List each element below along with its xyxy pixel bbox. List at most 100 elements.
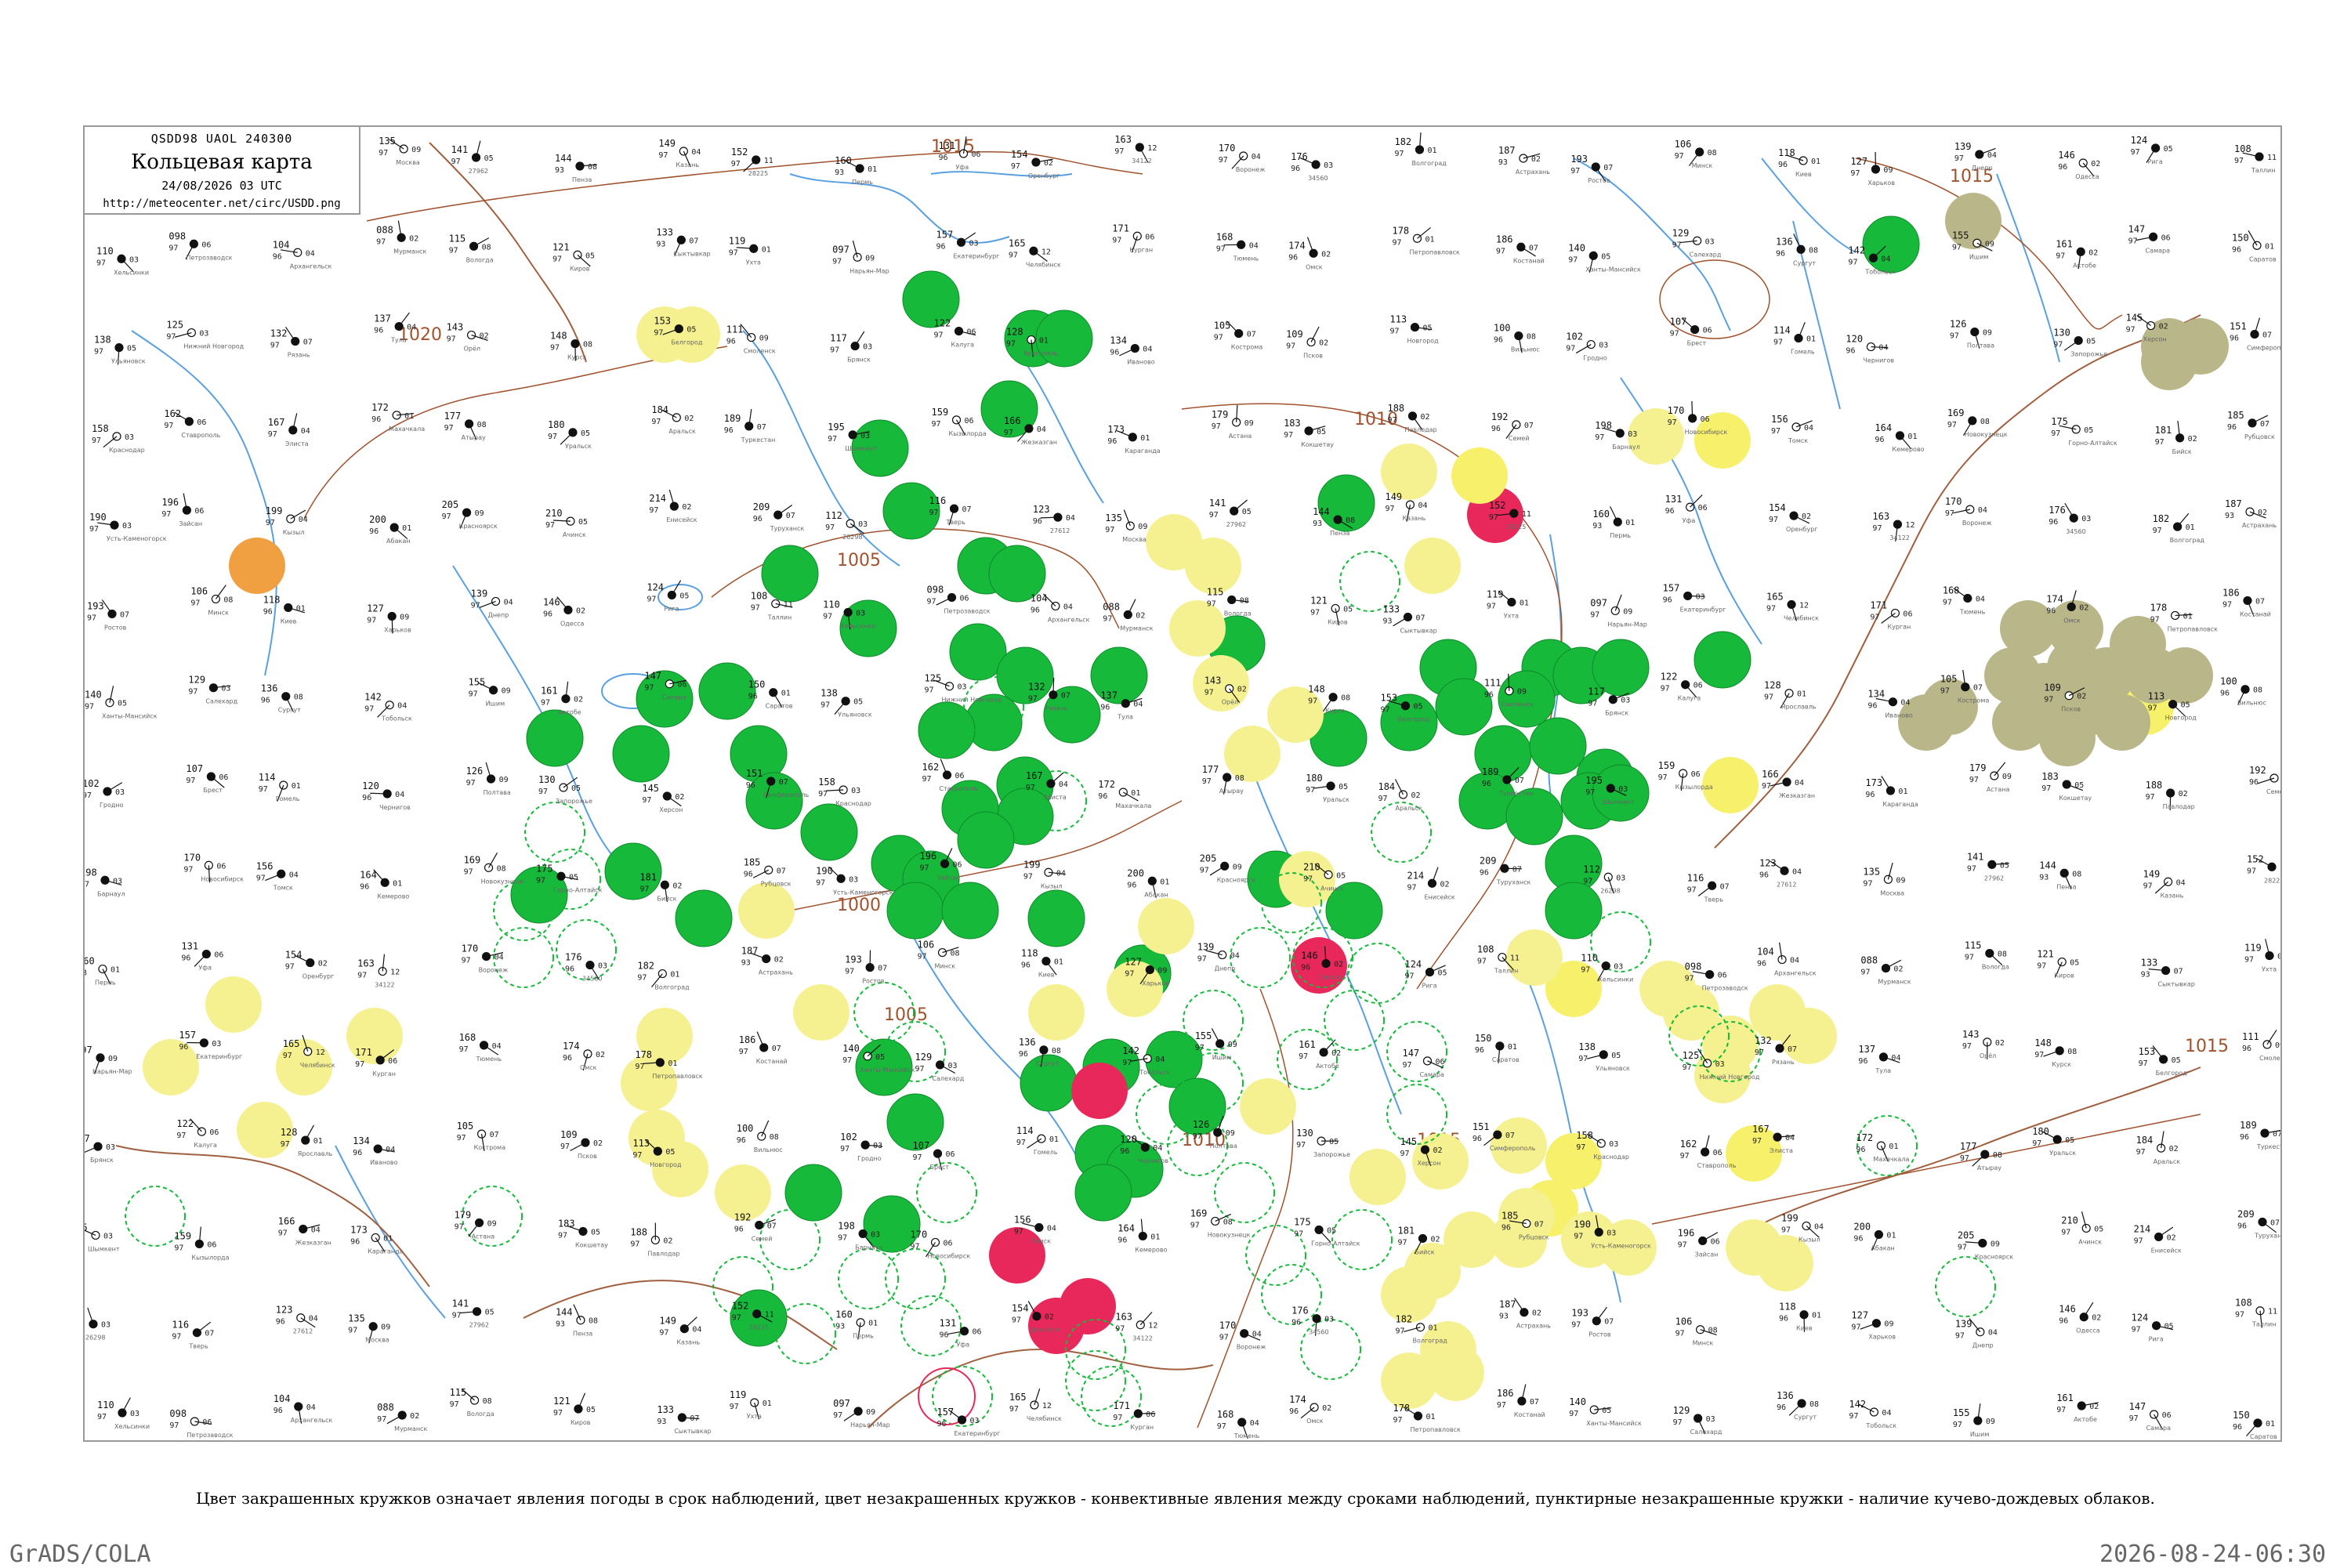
station-dewpoint: 97 xyxy=(164,422,173,430)
station-pressure: 02 xyxy=(1893,965,1903,974)
station-pressure: 08 xyxy=(482,243,491,252)
station-dewpoint: 96 xyxy=(2049,518,2058,527)
station-plot: 1609301Пермь xyxy=(835,1309,878,1340)
station-plot: 1469602Одесса xyxy=(543,596,585,627)
station-name: Красноярск xyxy=(459,523,498,530)
station-dewpoint: 97 xyxy=(644,684,654,693)
station-dewpoint: 97 xyxy=(828,435,837,444)
wind-barb xyxy=(1301,1407,1314,1418)
station-name: Петрозаводск xyxy=(186,254,232,261)
station-temp: 102 xyxy=(85,778,100,789)
station-dewpoint: 96 xyxy=(261,697,270,705)
station-name: Астрахань xyxy=(1516,168,1550,176)
station-temp: 118 xyxy=(263,594,281,605)
station-temp: 130 xyxy=(1296,1128,1313,1139)
station-pressure: 02 xyxy=(480,332,489,341)
wind-barb xyxy=(1210,866,1225,875)
station-temp: 128 xyxy=(281,1127,298,1138)
station-pressure: 05 xyxy=(1602,1407,1611,1415)
station-dewpoint: 97 xyxy=(1566,345,1575,353)
station-name: Пенза xyxy=(573,1331,592,1338)
station-temp: 142 xyxy=(364,692,382,703)
station-name: Нижний Новгород xyxy=(942,697,1002,704)
station-pressure: 07 xyxy=(690,1414,699,1423)
station-temp: 140 xyxy=(1569,1396,1586,1407)
station-dewpoint: 97 xyxy=(268,430,277,439)
station-pressure: 04 xyxy=(492,1042,502,1051)
station-temp: 116 xyxy=(929,495,947,506)
station-name: Ишим xyxy=(1969,253,1989,260)
station-plot: 1509601Саратов xyxy=(748,679,793,710)
station-dewpoint: 97 xyxy=(1766,604,1776,613)
station-dewpoint: 96 xyxy=(1120,1147,1129,1156)
station-plot: 1659712Челябинск xyxy=(1766,591,1819,621)
station-name: Кемерово xyxy=(1892,446,1924,453)
station-name: Кокшетау xyxy=(575,1241,608,1248)
station-plot: 1549702Оренбург xyxy=(1769,502,1817,533)
station-dewpoint: 97 xyxy=(2234,157,2244,165)
map-url[interactable]: http://meteocenter.net/circ/USDD.png xyxy=(85,197,359,210)
station-temp: 118 xyxy=(1779,1302,1796,1313)
station-pressure: 04 xyxy=(1066,514,1075,523)
station-pressure: 05 xyxy=(1339,783,1348,791)
station-dewpoint: 97 xyxy=(1103,614,1112,623)
station-plot: 1579603Екатеринбург xyxy=(1663,582,1726,613)
station-dewpoint: 97 xyxy=(2222,600,2232,609)
station-dewpoint: 97 xyxy=(1212,422,1221,431)
station-name: Горно-Алтайск xyxy=(553,886,603,893)
station-pressure: 05 xyxy=(581,429,590,438)
station-pressure: 05 xyxy=(1242,508,1252,516)
station-name: Ухта xyxy=(1504,612,1519,619)
drizzle-circle xyxy=(1107,961,1163,1017)
station-temp: 162 xyxy=(1680,1139,1697,1150)
station-plot: 1089711Таллин xyxy=(2235,1298,2277,1328)
station-dewpoint: 97 xyxy=(1568,255,1578,264)
station-pressure: 02 xyxy=(1331,1049,1341,1058)
station-name: Сыктывкар xyxy=(674,1428,711,1435)
station-plot: 1669704Жезказган xyxy=(278,1215,331,1246)
station-plot: 1699708Новокузнецк xyxy=(1947,407,2008,438)
station-temp: 189 xyxy=(724,413,741,424)
station-temp: 125 xyxy=(925,673,942,684)
station-temp: 180 xyxy=(548,419,565,430)
station-temp: 200 xyxy=(1127,867,1144,878)
station-name: Красноярск xyxy=(1217,876,1255,883)
station-pressure: 07 xyxy=(962,505,972,514)
station-temp: 170 xyxy=(462,943,479,954)
station-name: Белгород xyxy=(671,339,703,346)
station-name: Петрозаводск xyxy=(1702,985,1748,992)
station-plot: 1109703Хельсинки xyxy=(96,245,149,276)
station-plot: 1299703Салехард xyxy=(188,675,237,705)
station-temp: 136 xyxy=(1776,236,1793,247)
station-dewpoint: 97 xyxy=(1028,695,1038,704)
station-name: Ишим xyxy=(1970,1431,1990,1438)
station-plot: 1489708Курск xyxy=(2034,1037,2077,1068)
station-pressure: 03 xyxy=(1324,1316,1334,1324)
station-temp: 088 xyxy=(377,1402,394,1413)
station-name: Калуга xyxy=(1678,695,1701,702)
station-temp: 158 xyxy=(818,777,835,788)
station-name: Кокшетау xyxy=(1301,441,1334,448)
station-name: Тверь xyxy=(1704,896,1724,903)
station-name: Туруханск xyxy=(2254,1232,2282,1239)
station-temp: 143 xyxy=(1962,1029,1980,1040)
station-plot: 1989703Барнаул xyxy=(85,867,125,897)
station-pressure: 03 xyxy=(598,962,607,971)
station-pressure: 05 xyxy=(1601,252,1610,261)
station-plot: 1079706Брест xyxy=(186,763,228,794)
station-dewpoint: 97 xyxy=(1960,1154,1969,1163)
station-name: Запорожье xyxy=(2070,351,2107,358)
station-pressure: 03 xyxy=(129,255,139,264)
station-plot: 1939707Ростов xyxy=(87,599,129,631)
station-dewpoint: 97 xyxy=(1395,1327,1404,1336)
station-temp: 134 xyxy=(1867,689,1885,700)
station-name: 27962 xyxy=(469,1322,489,1329)
station-pressure: 05 xyxy=(485,1309,494,1317)
station-name: Астрахань xyxy=(759,969,793,976)
station-dewpoint: 97 xyxy=(642,796,651,805)
station-pressure: 05 xyxy=(665,1148,675,1157)
station-name: Элиста xyxy=(1043,794,1067,801)
station-name: Курган xyxy=(372,1070,396,1077)
station-dewpoint: 97 xyxy=(1940,687,1950,696)
rain-circle xyxy=(527,710,583,766)
